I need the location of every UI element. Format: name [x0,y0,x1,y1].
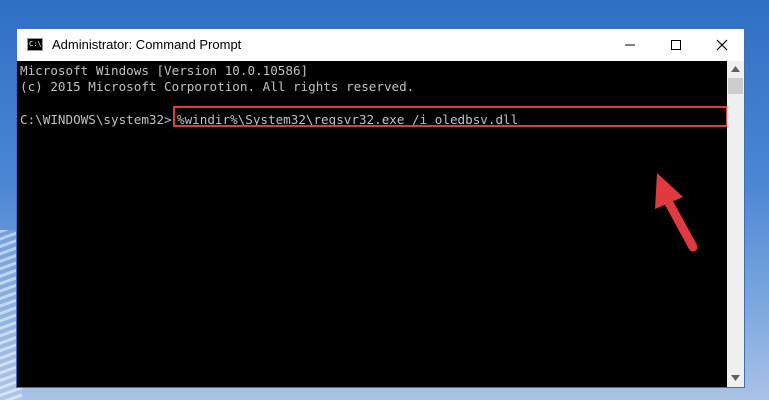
console-output[interactable]: Microsoft Windows [Version 10.0.10586] (… [17,61,728,387]
close-button[interactable] [699,29,745,60]
vertical-scrollbar[interactable] [727,61,744,387]
scroll-thumb[interactable] [728,78,743,94]
chevron-down-icon [731,375,740,381]
cmd-icon-label: C:\ [29,40,42,48]
maximize-icon [671,40,681,50]
cmd-app-icon[interactable]: C:\ [27,38,43,51]
chevron-up-icon [731,66,740,72]
maximize-button[interactable] [653,29,699,60]
close-icon [716,39,728,51]
command-prompt-window: C:\ Administrator: Command Prompt Micros… [16,28,745,388]
minimize-icon [625,44,635,46]
copyright-line: (c) 2015 Microsoft Corporotion. All righ… [20,79,415,94]
command-prompt-path: C:\WINDOWS\system32> [20,112,172,127]
command-highlight-box [173,106,728,127]
version-line: Microsoft Windows [Version 10.0.10586] [20,63,309,78]
minimize-button[interactable] [607,29,653,60]
window-title: Administrator: Command Prompt [52,37,242,52]
title-bar[interactable]: C:\ Administrator: Command Prompt [17,29,744,61]
scroll-up-button[interactable] [727,61,744,78]
red-arrow-icon [655,173,698,252]
scroll-down-button[interactable] [727,370,744,387]
